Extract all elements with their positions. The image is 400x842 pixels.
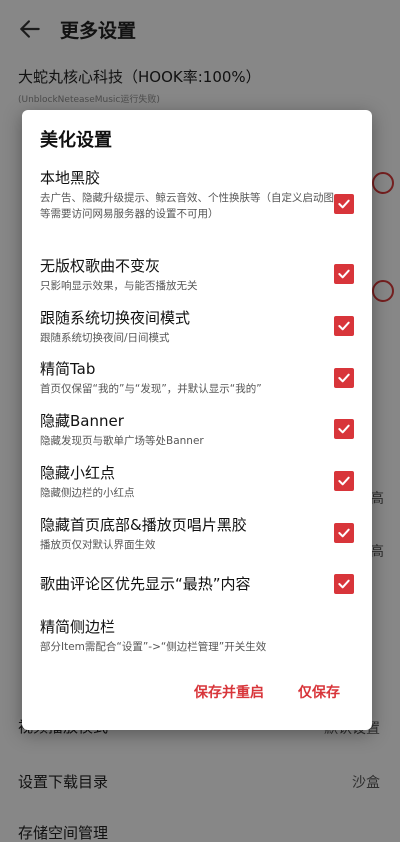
checkmark-icon bbox=[338, 528, 350, 538]
dialog-title: 美化设置 bbox=[40, 130, 112, 151]
option-title: 精简Tab bbox=[40, 360, 96, 378]
option-simple-tab[interactable]: 精简Tab 首页仅保留“我的”与“发现”，并默认显示“我的” bbox=[40, 359, 340, 397]
option-simple-sidebar[interactable]: 精简侧边栏 部分Item需配合“设置”->“侧边栏管理”开关生效 bbox=[40, 617, 340, 655]
option-hide-home-bottom-vinyl[interactable]: 隐藏首页底部&播放页唱片黑胶 播放页仅对默认界面生效 bbox=[40, 515, 340, 553]
option-desc: 播放页仅对默认界面生效 bbox=[40, 539, 156, 551]
option-hot-comments-first[interactable]: 歌曲评论区优先显示“最热”内容 bbox=[40, 574, 340, 594]
option-hide-red-dot-checkbox[interactable] bbox=[334, 471, 354, 491]
option-hide-home-bottom-vinyl-checkbox[interactable] bbox=[334, 523, 354, 543]
checkmark-icon bbox=[338, 199, 350, 209]
checkmark-icon bbox=[338, 476, 350, 486]
checkmark-icon bbox=[338, 424, 350, 434]
option-no-gray-songs-checkbox[interactable] bbox=[334, 264, 354, 284]
option-title: 隐藏小红点 bbox=[40, 464, 116, 482]
option-desc: 隐藏侧边栏的小红点 bbox=[40, 487, 135, 499]
option-desc: 去广告、隐藏升级提示、鲸云音效、个性换肤等（自定义启动图等需要访问网易服务器的设… bbox=[40, 192, 334, 220]
option-title: 本地黑胶 bbox=[40, 169, 101, 187]
checkmark-icon bbox=[338, 269, 350, 279]
option-title: 精简侧边栏 bbox=[40, 618, 116, 636]
option-follow-night-mode-checkbox[interactable] bbox=[334, 316, 354, 336]
option-hot-comments-first-checkbox[interactable] bbox=[334, 574, 354, 594]
option-desc: 部分Item需配合“设置”->“侧边栏管理”开关生效 bbox=[40, 641, 267, 653]
option-desc: 只影响显示效果，与能否播放无关 bbox=[40, 280, 198, 292]
option-title: 隐藏首页底部&播放页唱片黑胶 bbox=[40, 516, 247, 534]
option-title: 跟随系统切换夜间模式 bbox=[40, 309, 191, 327]
option-title: 无版权歌曲不变灰 bbox=[40, 257, 161, 275]
option-hide-banner-checkbox[interactable] bbox=[334, 419, 354, 439]
option-hide-red-dot[interactable]: 隐藏小红点 隐藏侧边栏的小红点 bbox=[40, 463, 340, 501]
option-local-vinyl-checkbox[interactable] bbox=[334, 194, 354, 214]
checkmark-icon bbox=[338, 321, 350, 331]
checkmark-icon bbox=[338, 579, 350, 589]
option-local-vinyl[interactable]: 本地黑胶 去广告、隐藏升级提示、鲸云音效、个性换肤等（自定义启动图等需要访问网易… bbox=[40, 168, 340, 222]
option-desc: 首页仅保留“我的”与“发现”，并默认显示“我的” bbox=[40, 383, 262, 395]
save-only-button[interactable]: 仅保存 bbox=[298, 682, 340, 702]
option-title: 歌曲评论区优先显示“最热”内容 bbox=[40, 575, 251, 593]
dialog-actions: 保存并重启 仅保存 bbox=[22, 656, 372, 730]
option-simple-tab-checkbox[interactable] bbox=[334, 368, 354, 388]
option-desc: 隐藏发现页与歌单广场等处Banner bbox=[40, 435, 204, 447]
option-hide-banner[interactable]: 隐藏Banner 隐藏发现页与歌单广场等处Banner bbox=[40, 411, 340, 449]
option-title: 隐藏Banner bbox=[40, 412, 124, 430]
option-follow-night-mode[interactable]: 跟随系统切换夜间模式 跟随系统切换夜间/日间模式 bbox=[40, 308, 340, 346]
checkmark-icon bbox=[338, 373, 350, 383]
save-and-restart-button[interactable]: 保存并重启 bbox=[194, 682, 264, 702]
option-desc: 跟随系统切换夜间/日间模式 bbox=[40, 332, 170, 344]
beautify-settings-dialog: 美化设置 本地黑胶 去广告、隐藏升级提示、鲸云音效、个性换肤等（自定义启动图等需… bbox=[22, 110, 372, 730]
option-no-gray-songs[interactable]: 无版权歌曲不变灰 只影响显示效果，与能否播放无关 bbox=[40, 256, 340, 294]
